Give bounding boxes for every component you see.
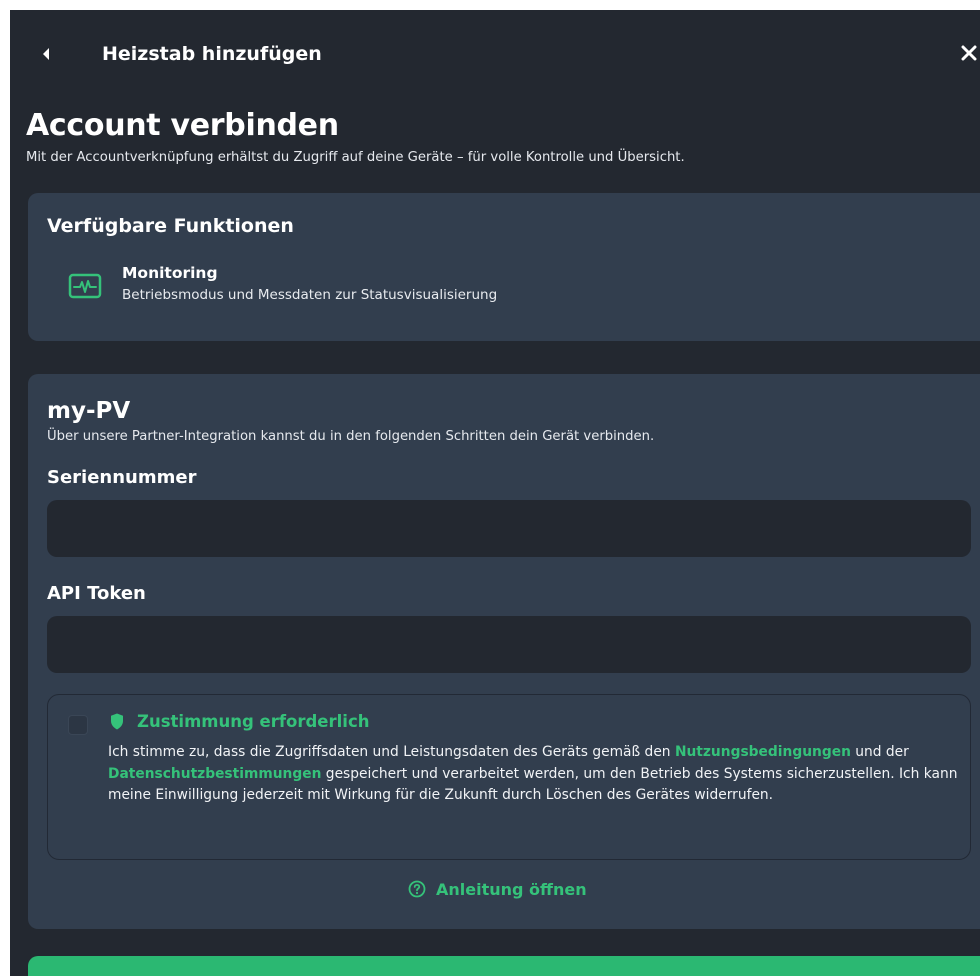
privacy-link[interactable]: Datenschutzbestimmungen (108, 766, 321, 782)
dialog-title: Heizstab hinzufügen (102, 43, 322, 65)
shield-icon (111, 713, 123, 730)
monitoring-icon (68, 273, 102, 299)
api-token-label: API Token (47, 583, 146, 604)
consent-checkbox[interactable] (68, 715, 88, 735)
consent-text-part: und der (850, 744, 909, 760)
consent-title: Zustimmung erforderlich (137, 712, 370, 731)
feature-monitoring-name: Monitoring (122, 264, 218, 282)
provider-description: Über unsere Partner-Integration kannst d… (47, 429, 655, 444)
close-icon (961, 45, 977, 61)
dialog-header: Heizstab hinzufügen (10, 10, 980, 88)
back-button[interactable] (36, 42, 56, 66)
feature-monitoring-description: Betriebsmodus und Messdaten zur Statusvi… (122, 287, 498, 303)
provider-connect-card: my-PV Über unsere Partner-Integration ka… (28, 374, 980, 929)
available-functions-card: Verfügbare Funktionen Monitoring Betrieb… (28, 193, 980, 341)
page-title: Account verbinden (26, 108, 339, 143)
consent-text: Ich stimme zu, dass die Zugriffsdaten un… (108, 742, 968, 807)
serial-number-input[interactable] (47, 500, 971, 557)
close-button[interactable] (958, 41, 980, 65)
help-circle-icon (408, 880, 426, 898)
add-heater-dialog: Heizstab hinzufügen Account verbinden Mi… (10, 10, 980, 976)
consent-text-part: Ich stimme zu, dass die Zugriffsdaten un… (108, 744, 675, 760)
back-arrow-icon (43, 48, 49, 60)
api-token-input[interactable] (47, 616, 971, 673)
open-guide-label: Anleitung öffnen (436, 879, 587, 899)
functions-title: Verfügbare Funktionen (47, 215, 294, 237)
terms-link[interactable]: Nutzungsbedingungen (675, 744, 851, 760)
primary-action-button[interactable] (28, 956, 980, 976)
serial-number-label: Seriennummer (47, 467, 197, 488)
page-subtitle: Mit der Accountverknüpfung erhältst du Z… (26, 150, 685, 165)
consent-box: Zustimmung erforderlich Ich stimme zu, d… (47, 694, 971, 860)
provider-name: my-PV (47, 398, 131, 424)
open-guide-link[interactable]: Anleitung öffnen (408, 877, 587, 901)
